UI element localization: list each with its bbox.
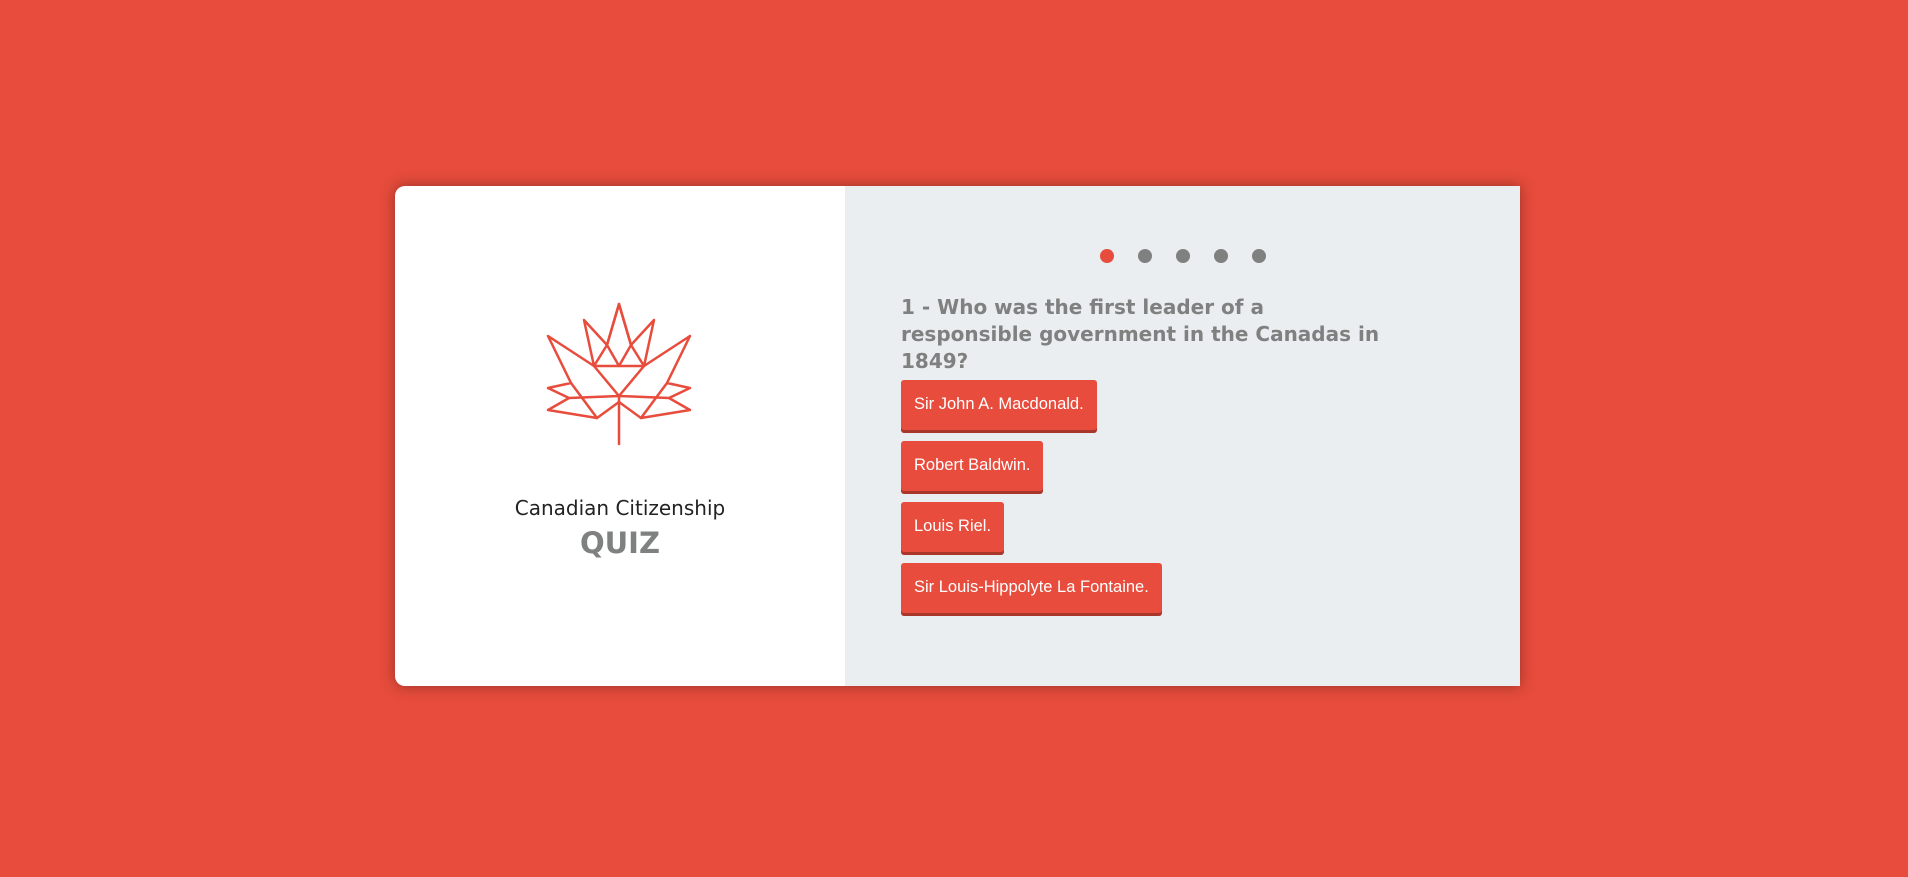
brand-panel: Canadian Citizenship QUIZ [395, 186, 845, 686]
progress-dot-2[interactable] [1138, 249, 1152, 263]
question-panel: 1 - Who was the first leader of a respon… [845, 186, 1520, 686]
progress-dot-3[interactable] [1176, 249, 1190, 263]
quiz-card: Canadian Citizenship QUIZ 1 - Who was th… [395, 186, 1520, 686]
progress-dot-1[interactable] [1100, 249, 1114, 263]
quiz-subtitle: Canadian Citizenship [514, 496, 726, 520]
maple-leaf-icon [546, 302, 692, 446]
progress-dots [1100, 249, 1266, 263]
answer-button-1[interactable]: Sir John A. Macdonald. [901, 380, 1097, 430]
answer-button-4[interactable]: Sir Louis-Hippolyte La Fontaine. [901, 563, 1162, 613]
progress-dot-4[interactable] [1214, 249, 1228, 263]
question-text: 1 - Who was the first leader of a respon… [901, 295, 1380, 373]
answer-button-3[interactable]: Louis Riel. [901, 502, 1005, 552]
progress-dot-5[interactable] [1252, 249, 1266, 263]
answer-list: Sir John A. Macdonald. Robert Baldwin. L… [901, 380, 1162, 613]
quiz-title: QUIZ [579, 526, 661, 560]
answer-button-2[interactable]: Robert Baldwin. [901, 441, 1044, 491]
